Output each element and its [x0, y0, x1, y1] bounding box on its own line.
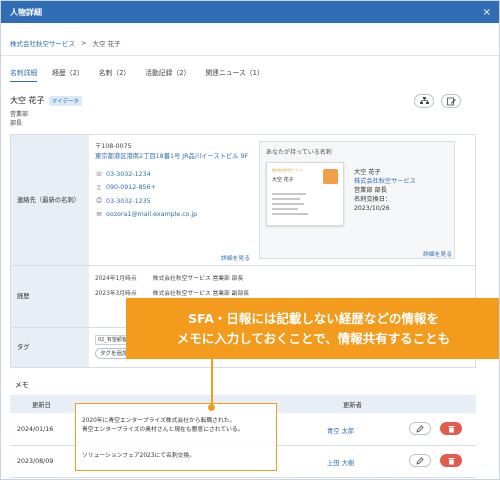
person-title: 部長: [10, 120, 23, 127]
memo-text-line: ソリューションフェア2023にて名刺交換。: [82, 453, 196, 459]
person-name: 大空 花子: [10, 96, 45, 105]
memo-author-link[interactable]: 上田 大樹: [327, 458, 354, 467]
org-chart-icon: [419, 97, 429, 104]
modal-titlebar: 人物詳細 ×: [1, 1, 499, 23]
edit-note-icon: [446, 97, 456, 105]
person-dept: 営業部: [10, 111, 29, 118]
memo-text-line: 青空エンタープライズの奥村さんと現在も懇意にされている。: [82, 427, 244, 433]
career-date: 2023年3月時点: [95, 291, 137, 297]
memo-delete-button[interactable]: [440, 454, 462, 467]
card-info: 大空 花子 株式会社秋空サービス 営業部 部長 名刺交換日：2023/10/26: [354, 168, 424, 213]
banner-line-2: メモに入力しておくことで、情報共有することも: [176, 331, 451, 346]
tab-bar: 名刺詳細 経歴（2） 名刺（2） 活動記録（2） 関連ニュース（1）: [10, 67, 264, 82]
contact-cell: 〒108-0075 東京都港区港南2丁目18番1号 JR品川イーストビル 9F …: [89, 135, 475, 265]
career-item: 2023年3月時点 株式会社秋空サービス 営業部 副部長: [95, 288, 469, 297]
memo-edit-button[interactable]: [409, 454, 431, 467]
memo-text: ソリューションフェア2023にて名刺交換。: [82, 452, 195, 461]
card-exchange-date: 名刺交換日：2023/10/26: [354, 196, 392, 212]
close-icon[interactable]: ×: [483, 7, 491, 18]
business-card-name: 大空 花子: [272, 177, 294, 183]
contact-detail-link[interactable]: 詳細を見る: [221, 253, 250, 262]
career-date: 2024年1月時点: [95, 276, 137, 282]
memo-text-line: 2020年に青空エンタープライズ株式会社から転職された。: [82, 418, 236, 424]
email-link[interactable]: oozora1@mail.example.co.jp: [106, 211, 197, 218]
card-detail-link[interactable]: 詳細を見る: [423, 249, 452, 258]
fax-icon: ⎙: [96, 197, 102, 204]
card-company-link[interactable]: 株式会社秋空サービス: [354, 177, 424, 186]
memo-delete-button[interactable]: [440, 422, 462, 435]
memo-section-title: メモ: [15, 381, 29, 389]
trash-icon: [448, 425, 454, 432]
tab-card-detail[interactable]: 名刺詳細: [10, 67, 38, 82]
memo-text: 2020年に青空エンタープライズ株式会社から転職された。 青空エンタープライズの…: [82, 417, 244, 435]
card-position: 営業部 部長: [354, 187, 387, 194]
card-text-line: [272, 203, 304, 205]
card-text-line: [272, 213, 308, 215]
callout-connector: [211, 357, 213, 408]
owned-card-header: あなたが持っている名刺: [266, 149, 332, 156]
career-text: 株式会社秋空サービス 営業部 副部長: [152, 291, 250, 297]
my-data-badge: マイデータ: [48, 95, 83, 106]
memo-col-author: 更新者: [343, 402, 362, 409]
memo-date: 2024/01/16: [17, 426, 54, 433]
card-person-name: 大空 花子: [354, 169, 381, 176]
breadcrumb-separator: >: [81, 39, 87, 47]
card-text-line: [272, 193, 306, 195]
tab-news[interactable]: 関連ニュース（1）: [205, 67, 263, 82]
business-card-logo-text: 株式会社秋空サービス: [272, 168, 303, 172]
business-card-image[interactable]: 株式会社秋空サービス 大空 花子: [266, 162, 344, 226]
tab-career[interactable]: 経歴（2）: [52, 67, 84, 82]
career-item: 2024年1月時点 株式会社秋空サービス 営業部 部長: [95, 273, 469, 282]
trash-icon: [448, 457, 454, 464]
tab-cards[interactable]: 名刺（2）: [99, 67, 131, 82]
breadcrumb-person: 大空 花子: [92, 40, 121, 48]
tab-activity[interactable]: 活動記録（2）: [145, 67, 190, 82]
maple-leaf-logo-icon: [323, 169, 338, 184]
memo-date: 2023/08/09: [17, 458, 54, 465]
card-text-line: [272, 198, 300, 200]
person-header: 大空 花子 マイデータ: [10, 95, 83, 106]
breadcrumb-company-link[interactable]: 株式会社秋空サービス: [10, 38, 75, 48]
pencil-icon: [416, 424, 424, 433]
memo-highlight-frame: 2020年に青空エンタープライズ株式会社から転職された。 青空エンタープライズの…: [75, 403, 277, 471]
banner-line-1: SFA・日報には記載しない経歴などの情報を: [188, 311, 439, 326]
contact-label: 連絡先（最新の名刺）: [11, 135, 89, 265]
phone-icon: ☏: [95, 171, 103, 178]
callout-dot: [208, 404, 215, 411]
modal-title: 人物詳細: [10, 7, 42, 17]
mobile-link[interactable]: 090-0912-856+: [106, 184, 156, 191]
mail-icon: ✉: [96, 211, 102, 218]
edit-person-button[interactable]: [441, 94, 461, 108]
contact-row: 連絡先（最新の名刺） 〒108-0075 東京都港区港南2丁目18番1号 JR品…: [11, 135, 475, 266]
phone-link[interactable]: 03-3032-1234: [106, 171, 151, 178]
owned-card-panel: あなたが持っている名刺 株式会社秋空サービス 大空 花子 大空 花子 株式会社秋…: [259, 141, 455, 259]
memo-author-link[interactable]: 青空 太郎: [327, 426, 354, 435]
divider: [1, 55, 499, 56]
mobile-icon: ▯: [97, 184, 101, 191]
person-detail-modal: 人物詳細 × 株式会社秋空サービス > 大空 花子 名刺詳細 経歴（2） 名刺（…: [0, 0, 500, 480]
memo-col-date: 更新日: [32, 402, 51, 409]
tag-label: タグ: [11, 328, 89, 367]
fax-link[interactable]: 03-3032-1235: [106, 198, 151, 205]
career-text: 株式会社秋空サービス 営業部 部長: [152, 276, 244, 282]
card-text-line: [272, 208, 298, 210]
feature-callout-banner: SFA・日報には記載しない経歴などの情報を メモに入力しておくことで、情報共有す…: [126, 298, 499, 359]
pencil-icon: [416, 456, 424, 465]
org-chart-button[interactable]: [414, 94, 434, 108]
career-label: 経歴: [11, 266, 89, 327]
address-link[interactable]: 東京都港区港南2丁目18番1号 JR品川イーストビル 9F: [95, 152, 253, 161]
person-affiliation: 営業部 部長: [10, 110, 28, 128]
breadcrumb: 株式会社秋空サービス > 大空 花子: [10, 38, 121, 48]
memo-edit-button[interactable]: [409, 422, 431, 435]
